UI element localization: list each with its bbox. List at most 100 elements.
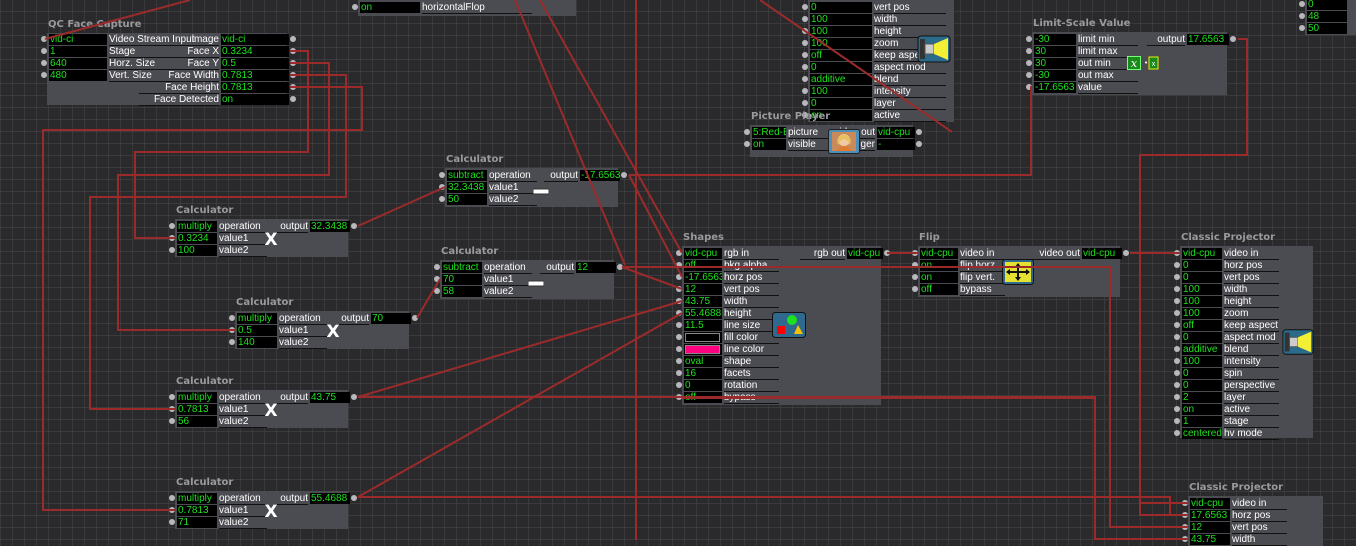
- input-field-value2[interactable]: 71: [177, 517, 217, 528]
- output-port-video-out[interactable]: [1123, 250, 1129, 256]
- input-port-keep-aspect[interactable]: [1174, 322, 1180, 328]
- input-field-operation[interactable]: multiply: [237, 313, 277, 324]
- input-port-layer[interactable]: [1174, 394, 1180, 400]
- input-port-width[interactable]: [802, 16, 808, 22]
- input-port-visible[interactable]: [744, 141, 750, 147]
- input-port-bkg-alpha[interactable]: [676, 262, 682, 268]
- output-port-trigger[interactable]: [916, 141, 922, 147]
- input-field-zoom[interactable]: 100: [810, 38, 872, 49]
- input-field-intensity[interactable]: 100: [1182, 356, 1222, 367]
- input-field-value2[interactable]: 50: [447, 194, 487, 205]
- input-field-flip-vert-[interactable]: on: [920, 272, 958, 283]
- input-port-line-size[interactable]: [676, 322, 682, 328]
- input-field-height[interactable]: 55.4688: [684, 308, 722, 319]
- output-port-output[interactable]: [351, 394, 357, 400]
- input-port-vert-pos[interactable]: [676, 286, 682, 292]
- input-field-video-in[interactable]: vid-cpu: [1182, 248, 1222, 259]
- input-field-vert-pos[interactable]: 0: [1182, 272, 1222, 283]
- input-field-shape[interactable]: oval: [684, 356, 722, 367]
- color-swatch-fill-color[interactable]: [685, 333, 720, 342]
- input-field-facets[interactable]: 16: [684, 368, 722, 379]
- input-port-value1[interactable]: [434, 276, 440, 282]
- input-field-spin[interactable]: 0: [1182, 368, 1222, 379]
- input-port-hv-mode[interactable]: [1174, 430, 1180, 436]
- input-port-vert-size[interactable]: [41, 72, 47, 78]
- input-port-value[interactable]: [1299, 25, 1305, 31]
- input-port-value1[interactable]: [229, 327, 235, 333]
- input-field-bypass[interactable]: off: [684, 392, 722, 403]
- input-field-height[interactable]: 100: [1182, 296, 1222, 307]
- input-field-bypass[interactable]: off: [920, 284, 958, 295]
- output-port-video-out[interactable]: [916, 129, 922, 135]
- input-field-flip-horz-[interactable]: on: [920, 260, 958, 271]
- input-field-blend[interactable]: additive: [1182, 344, 1222, 355]
- input-field-value1[interactable]: 0.3234: [177, 233, 217, 244]
- input-port-layer[interactable]: [802, 100, 808, 106]
- input-field-visible[interactable]: on: [752, 139, 786, 150]
- input-port-value1[interactable]: [169, 406, 175, 412]
- input-port-video-in[interactable]: [1174, 250, 1180, 256]
- input-field-zoom[interactable]: 100: [1182, 308, 1222, 319]
- input-port-operation[interactable]: [439, 172, 445, 178]
- input-field-operation[interactable]: subtract: [442, 262, 482, 273]
- input-port-horz-size[interactable]: [41, 60, 47, 66]
- input-field-rgb-in[interactable]: vid-cpu: [684, 248, 722, 259]
- input-field-video-in[interactable]: vid-cpu: [920, 248, 958, 259]
- input-field-layer[interactable]: 0: [810, 98, 872, 109]
- input-port-value2[interactable]: [229, 339, 235, 345]
- input-field-operation[interactable]: multiply: [177, 392, 217, 403]
- input-port-horz-pos[interactable]: [1174, 262, 1180, 268]
- node-title[interactable]: Calculator: [441, 246, 498, 257]
- input-field-operation[interactable]: multiply: [177, 493, 217, 504]
- node-title[interactable]: QC Face Capture: [48, 19, 141, 30]
- input-port-operation[interactable]: [169, 495, 175, 501]
- input-port-value[interactable]: [1026, 84, 1032, 90]
- input-field-value[interactable]: 48: [1307, 11, 1347, 22]
- input-field-hv-mode[interactable]: centered: [1182, 428, 1222, 439]
- input-field-stage[interactable]: 1: [49, 46, 107, 57]
- input-port-horz-pos[interactable]: [1182, 512, 1188, 518]
- input-port-horizontalflop[interactable]: [352, 4, 358, 10]
- input-field-horz-pos[interactable]: 0: [1182, 260, 1222, 271]
- input-port-limit-max[interactable]: [1026, 48, 1032, 54]
- input-port-aspect-mod[interactable]: [1174, 334, 1180, 340]
- input-port-bypass[interactable]: [676, 394, 682, 400]
- input-field-limit-max[interactable]: 30: [1034, 46, 1076, 57]
- input-field-value1[interactable]: 0.7813: [177, 404, 217, 415]
- input-port-width[interactable]: [1174, 286, 1180, 292]
- input-field-horz-size[interactable]: 640: [49, 58, 107, 69]
- input-port-value1[interactable]: [169, 507, 175, 513]
- input-port-height[interactable]: [802, 28, 808, 34]
- input-field-value1[interactable]: 70: [442, 274, 482, 285]
- input-field-value2[interactable]: 56: [177, 416, 217, 427]
- input-port-flip-vert-[interactable]: [912, 274, 918, 280]
- input-field-line-size[interactable]: 11.5: [684, 320, 722, 331]
- output-port-image[interactable]: [290, 36, 296, 42]
- input-port-operation[interactable]: [434, 264, 440, 270]
- input-field-value[interactable]: -17.6563: [1034, 82, 1076, 93]
- output-port-face-width[interactable]: [290, 72, 296, 78]
- input-field-video-in[interactable]: vid-cpu: [1190, 498, 1230, 509]
- input-port-stage[interactable]: [1174, 418, 1180, 424]
- input-port-vert-pos[interactable]: [1174, 274, 1180, 280]
- input-port-active[interactable]: [1174, 406, 1180, 412]
- input-port-shape[interactable]: [676, 358, 682, 364]
- input-port-blend[interactable]: [1174, 346, 1180, 352]
- input-port-intensity[interactable]: [802, 88, 808, 94]
- input-port-flip-horz-[interactable]: [912, 262, 918, 268]
- input-field-out-min[interactable]: 30: [1034, 58, 1076, 69]
- input-field-value2[interactable]: 100: [177, 245, 217, 256]
- input-port-horz-pos[interactable]: [676, 274, 682, 280]
- input-field-operation[interactable]: multiply: [177, 221, 217, 232]
- input-port-zoom[interactable]: [1174, 310, 1180, 316]
- input-port-value2[interactable]: [169, 519, 175, 525]
- input-field-height[interactable]: 100: [810, 26, 872, 37]
- input-field-vert-pos[interactable]: 12: [684, 284, 722, 295]
- input-port-value1[interactable]: [169, 235, 175, 241]
- node-title[interactable]: Calculator: [236, 297, 293, 308]
- output-port-face-x[interactable]: [290, 48, 296, 54]
- input-field-intensity[interactable]: 100: [810, 86, 872, 97]
- input-port-fill-color[interactable]: [676, 334, 682, 340]
- input-field-aspect-mod[interactable]: 0: [1182, 332, 1222, 343]
- input-field-value1[interactable]: 32.3438: [447, 182, 487, 193]
